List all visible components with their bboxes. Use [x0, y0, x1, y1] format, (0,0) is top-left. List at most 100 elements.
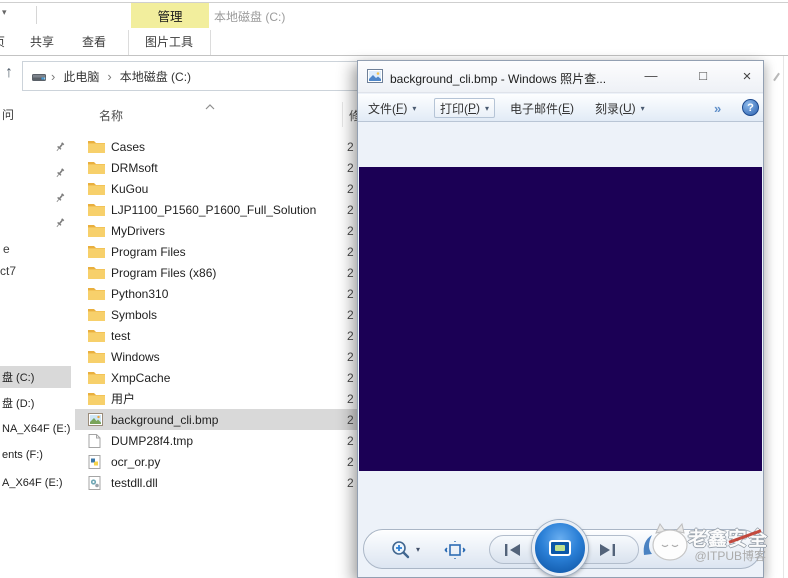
photo-viewer-window: background_cli.bmp - Windows 照片查... — □ … — [357, 60, 767, 578]
sidebar-item-drive[interactable]: 盘 (D:) — [0, 392, 71, 414]
next-button[interactable] — [598, 543, 616, 562]
file-row[interactable]: LJP1100_P1560_P1600_Full_Solution 2 — [75, 199, 358, 220]
sort-ascending-icon — [205, 97, 215, 115]
file-row[interactable]: testdll.dll 2 — [75, 472, 358, 493]
menu-overflow-chevron-icon[interactable]: » — [714, 101, 721, 116]
slideshow-icon — [549, 540, 571, 556]
file-date-fragment: 2 — [347, 475, 354, 490]
file-row[interactable]: background_cli.bmp 2 — [75, 409, 358, 430]
file-date-fragment: 2 — [347, 307, 354, 322]
folder-icon — [88, 140, 105, 154]
file-row[interactable]: Program Files (x86) 2 — [75, 262, 358, 283]
maximize-button[interactable]: □ — [688, 68, 718, 83]
file-date-fragment: 2 — [347, 454, 354, 469]
file-list: Cases 2 DRMsoft 2 KuGou 2 LJP1100_P1560_P1600_… — [75, 136, 358, 493]
tab-share[interactable]: 共享 — [30, 33, 54, 50]
folder-icon — [88, 287, 105, 301]
sidebar-drive-label: NA_X64F (E:) — [2, 423, 71, 435]
up-arrow-icon[interactable]: ↑ — [5, 64, 13, 82]
sidebar-drive-label: 盘 (C:) — [2, 372, 35, 384]
column-header-name[interactable]: 名称 — [99, 107, 123, 124]
sidebar-drive-label: 盘 (D:) — [2, 398, 35, 410]
folder-icon — [88, 182, 105, 196]
zoom-icon[interactable] — [390, 539, 412, 566]
file-row[interactable]: Python310 2 — [75, 283, 358, 304]
slideshow-button[interactable] — [532, 520, 588, 576]
watermark: 老鑫安全 @ITPUB博客 — [640, 519, 767, 571]
tab-view[interactable]: 查看 — [82, 33, 106, 50]
sidebar-item-drive[interactable]: A_X64F (E:) — [0, 472, 71, 494]
file-name: 用户 — [111, 392, 136, 406]
menu-item[interactable]: 刻录(U) ▾ — [590, 98, 650, 118]
minimize-button[interactable]: — — [636, 68, 666, 83]
pin-icon — [54, 191, 66, 209]
pin-icon — [54, 216, 66, 234]
quick-access-toolbar-caret-icon[interactable]: ▾ — [2, 7, 7, 18]
drive-icon — [31, 70, 47, 83]
actual-size-icon[interactable] — [444, 540, 466, 565]
close-button[interactable]: × — [732, 68, 762, 85]
file-name: Program Files — [111, 244, 186, 259]
sidebar-item-drive[interactable]: ents (F:) — [0, 444, 71, 466]
breadcrumb-this-pc[interactable]: 此电脑 — [59, 68, 103, 85]
file-name: Program Files (x86) — [111, 265, 217, 280]
file-date-fragment: 2 — [347, 265, 354, 280]
file-name: Cases — [111, 139, 146, 154]
tab-home-fragment[interactable]: 页 — [0, 33, 5, 50]
file-row[interactable]: XmpCache 2 — [75, 367, 358, 388]
zoom-dropdown-caret-icon[interactable]: ▾ — [416, 545, 420, 554]
viewer-menubar: 文件(F) ▾ 打印(P) ▾ 电子邮件(E) 刻录(U) ▾ » ? — [358, 94, 763, 122]
qat-separator — [36, 6, 37, 24]
file-date-fragment: 2 — [347, 181, 354, 196]
file-name: LJP1100_P1560_P1600_Full_Solution — [111, 202, 317, 217]
file-date-fragment: 2 — [347, 328, 354, 343]
ribbon-contextual-tab-manage[interactable]: 管理 — [131, 3, 209, 28]
file-date-fragment: 2 — [347, 349, 354, 364]
breadcrumb-separator-icon: › — [107, 68, 112, 84]
photo-viewer-app-icon — [367, 69, 383, 88]
file-row[interactable]: MyDrivers 2 — [75, 220, 358, 241]
explorer-top-border — [0, 2, 788, 3]
sidebar-item-drive[interactable]: 盘 (C:) — [0, 366, 71, 388]
help-button[interactable]: ? — [742, 99, 759, 116]
folder-icon — [88, 203, 105, 217]
viewer-titlebar[interactable]: background_cli.bmp - Windows 照片查... — □ … — [358, 61, 763, 93]
file-row[interactable]: Windows 2 — [75, 346, 358, 367]
previous-button[interactable] — [504, 543, 522, 562]
folder-icon — [88, 329, 105, 343]
menu-item[interactable]: 打印(P) ▾ — [434, 98, 496, 118]
menu-item[interactable]: 文件(F) ▾ — [363, 98, 421, 118]
file-name: MyDrivers — [111, 223, 165, 238]
cat-logo-icon — [643, 522, 688, 561]
file-row[interactable]: ocr_or.py 2 — [75, 451, 358, 472]
folder-icon — [88, 161, 105, 175]
explorer-right-edge — [783, 56, 784, 578]
file-row[interactable]: DUMP28f4.tmp 2 — [75, 430, 358, 451]
photo-image — [359, 167, 762, 471]
file-name: background_cli.bmp — [111, 412, 219, 427]
menu-item[interactable]: 电子邮件(E) — [505, 98, 579, 118]
sidebar-item-fragment[interactable]: e — [3, 242, 10, 256]
file-date-fragment: 2 — [347, 202, 354, 217]
file-row[interactable]: Symbols 2 — [75, 304, 358, 325]
watermark-handle: @ITPUB博客 — [694, 549, 766, 563]
breadcrumb-local-disk-c[interactable]: 本地磁盘 (C:) — [116, 68, 195, 85]
column-separator[interactable] — [342, 102, 343, 127]
file-row[interactable]: 用户 2 — [75, 388, 358, 409]
tab-picture-tools[interactable]: 图片工具 — [128, 33, 210, 50]
file-row[interactable]: KuGou 2 — [75, 178, 358, 199]
file-date-fragment: 2 — [347, 391, 354, 406]
file-name: Windows — [111, 349, 160, 364]
sidebar-item-drive[interactable]: NA_X64F (E:) — [0, 418, 71, 440]
file-name: DRMsoft — [111, 160, 158, 175]
file-name: ocr_or.py — [111, 454, 161, 469]
sidebar-item-fragment[interactable]: ct7 — [0, 264, 16, 278]
file-row[interactable]: test 2 — [75, 325, 358, 346]
tmp-icon — [88, 433, 105, 448]
bmp-icon — [88, 413, 105, 427]
screenshot-root: ▾ 管理 本地磁盘 (C:) 页 共享 查看 图片工具 ↑ › 此电脑 › 本地… — [0, 0, 788, 578]
file-row[interactable]: Program Files 2 — [75, 241, 358, 262]
folder-icon — [88, 266, 105, 280]
file-row[interactable]: DRMsoft 2 — [75, 157, 358, 178]
file-row[interactable]: Cases 2 — [75, 136, 358, 157]
